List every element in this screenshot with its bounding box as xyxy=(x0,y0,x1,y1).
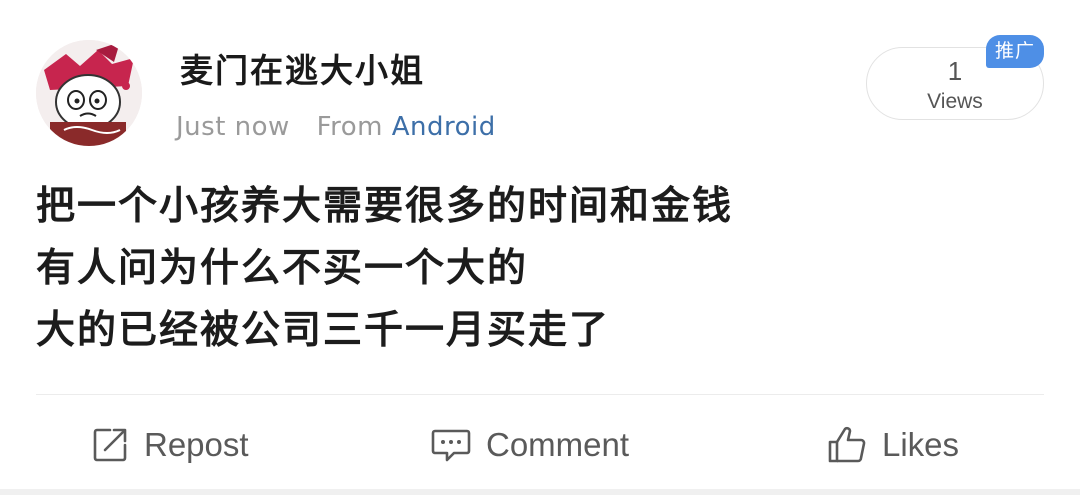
views-label: Views xyxy=(927,90,983,113)
avatar[interactable] xyxy=(36,40,142,146)
like-button[interactable]: Likes xyxy=(826,420,959,470)
from-label: From xyxy=(316,112,383,142)
bottom-divider xyxy=(0,489,1080,495)
post-time: Just now xyxy=(176,112,290,142)
post-content-line: 有人问为什么不买一个大的 xyxy=(36,246,529,291)
author-name[interactable]: 麦门在逃大小姐 xyxy=(180,44,425,92)
post-meta: Just now From Android xyxy=(176,112,496,142)
comment-button[interactable]: Comment xyxy=(430,420,629,470)
divider xyxy=(36,394,1044,395)
comment-label: Comment xyxy=(486,426,630,463)
repost-button[interactable]: Repost xyxy=(90,420,249,470)
avatar-image xyxy=(36,40,142,146)
repost-label: Repost xyxy=(144,426,249,463)
promo-badge[interactable]: 推广 xyxy=(986,35,1044,68)
repost-icon xyxy=(93,428,127,462)
post-source[interactable]: Android xyxy=(392,112,496,142)
likes-label: Likes xyxy=(882,426,960,463)
post-content: 把一个小孩养大需要很多的时间和金钱 有人问为什么不买一个大的 大的已经被公司三千… xyxy=(36,176,733,362)
post-content-line: 大的已经被公司三千一月买走了 xyxy=(36,308,611,353)
post-content-line: 把一个小孩养大需要很多的时间和金钱 xyxy=(36,184,734,229)
comment-icon xyxy=(431,429,471,462)
thumbs-up-icon xyxy=(828,426,866,463)
